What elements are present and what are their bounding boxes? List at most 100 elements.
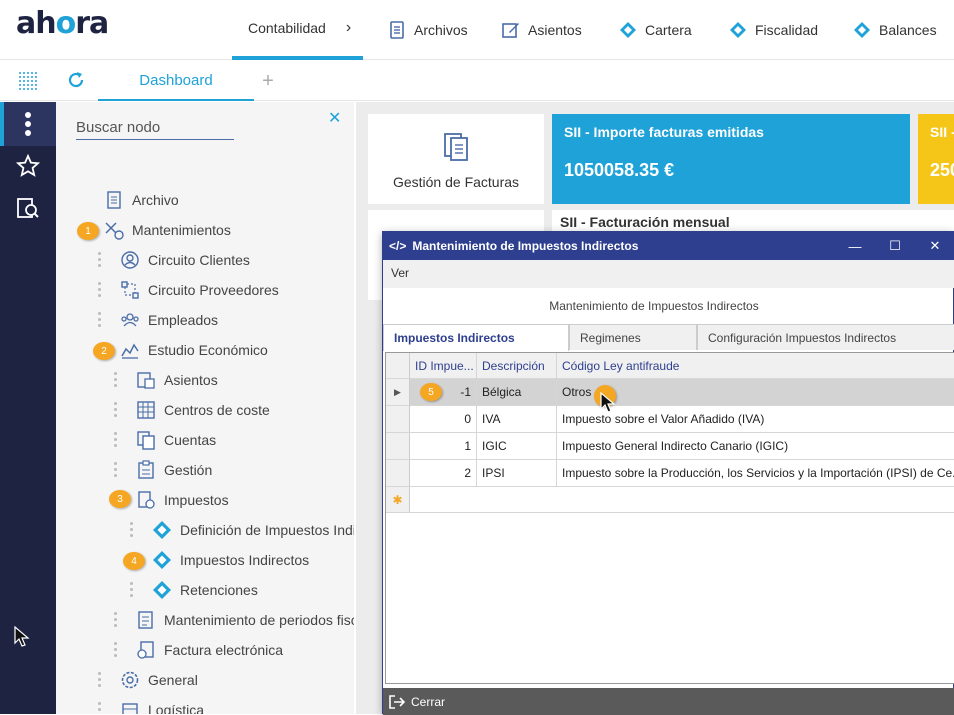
card-label: Gestión de Facturas [392,174,520,190]
step-badge: 4 [123,552,145,570]
impuestos-grid: ID Impue... Descripción Código Ley antif… [385,352,954,684]
table-grid-icon [136,400,156,420]
nav-fiscalidad[interactable]: Fiscalidad [729,0,818,60]
tree-node-centros-de-coste[interactable]: Centros de coste [136,397,270,423]
new-row-asterisk-icon: ✱ [386,487,410,512]
nav-asientos[interactable]: Asientos [502,0,582,60]
cell-descripcion[interactable]: IVA [477,406,557,432]
tree-connector [98,312,102,328]
tree-node-label: Retenciones [180,582,258,598]
tree-connector [98,252,102,268]
tree-node-estudio-economico[interactable]: Estudio Económico [120,337,268,363]
chevron-right-icon: › [345,19,352,36]
tree-node-retenciones[interactable]: Retenciones [152,577,258,603]
tools-icon [104,220,124,240]
tab-impuestos-indirectos[interactable]: Impuestos Indirectos [383,324,569,351]
table-row[interactable]: 2 IPSI Impuesto sobre la Producción, los… [386,460,954,487]
tree-node-definicion-impuestos[interactable]: Definición de Impuestos Indire [152,517,354,543]
tree-node-impuestos[interactable]: Impuestos [136,487,229,513]
tree-node-label: Circuito Proveedores [148,282,279,298]
star-icon[interactable] [14,152,42,180]
col-header-codigo[interactable]: Código Ley antifraude [557,353,954,378]
grid-icon[interactable] [18,71,38,91]
tree-node-mantenimiento-periodos[interactable]: Mantenimiento de periodos fisca [136,607,354,633]
nav-cartera[interactable]: Cartera [619,0,692,60]
exit-icon [389,694,405,709]
tree-node-label: Mantenimientos [132,222,231,238]
mouse-cursor-icon [600,392,616,413]
tab-dashboard[interactable]: Dashboard [98,61,254,101]
card-value: 250 [930,160,954,180]
step-badge: 3 [109,490,131,508]
cell-codigo[interactable]: Otros [557,379,954,405]
cell-codigo[interactable]: Impuesto sobre la Producción, los Servic… [557,460,954,486]
tree-node-empleados[interactable]: Empleados [120,307,218,333]
card-gestion-facturas[interactable]: Gestión de Facturas [368,114,544,204]
tree-connector [114,402,118,418]
new-row[interactable]: ✱ [386,487,954,513]
close-button[interactable]: ✕ [915,232,954,260]
tab-regimenes[interactable]: Regimenes [569,324,697,350]
tree-node-factura-electronica[interactable]: Factura electrónica [136,637,283,663]
cell-id[interactable]: 2 [410,460,477,486]
document-search-icon[interactable] [14,194,42,222]
tree-node-gestion[interactable]: Gestión [136,457,212,483]
cell-descripcion[interactable]: Bélgica [477,379,557,405]
dialog-subtitle: Mantenimiento de Impuestos Indirectos [549,299,759,313]
users-icon [120,310,140,330]
cell-id[interactable]: 0 [410,406,477,432]
edit-icon [502,23,519,38]
col-header-descripcion[interactable]: Descripción [477,353,557,378]
tree-node-cuentas[interactable]: Cuentas [136,427,216,453]
tab-bar: Dashboard + [0,61,954,101]
document-icon [104,190,124,210]
cell-id[interactable]: 1 [410,433,477,459]
tree-connector [98,702,102,714]
table-row[interactable]: 0 IVA Impuesto sobre el Valor Añadido (I… [386,406,954,433]
tree-node-general[interactable]: General [120,667,198,693]
tree-connector [114,612,118,628]
cell-codigo[interactable]: Impuesto sobre el Valor Añadido (IVA) [557,406,954,432]
cell-descripcion[interactable]: IPSI [477,460,557,486]
refresh-icon[interactable] [66,70,86,90]
tree-node-circuito-proveedores[interactable]: Circuito Proveedores [120,277,279,303]
tab-configuracion[interactable]: Configuración Impuestos Indirectos [697,324,954,350]
tree-node-label: Impuestos [164,492,229,508]
ahora-logo[interactable]: ahora [16,6,109,41]
minimize-button[interactable]: — [835,232,875,260]
tree-node-mantenimientos[interactable]: Mantenimientos [104,217,231,243]
dialog-title: Mantenimiento de Impuestos Indirectos [412,239,639,253]
close-icon[interactable]: ✕ [328,108,341,128]
tree-node-label: Definición de Impuestos Indire [180,522,354,538]
tree-node-impuestos-indirectos[interactable]: Impuestos Indirectos [152,547,309,573]
row-selector [386,433,410,459]
cell-descripcion[interactable]: IGIC [477,433,557,459]
cell-codigo[interactable]: Impuesto General Indirecto Canario (IGIC… [557,433,954,459]
nav-balances[interactable]: Balances [853,0,937,60]
tree-connector [114,462,118,478]
nav-archivos[interactable]: Archivos [388,0,468,60]
tree-node-circuito-clientes[interactable]: Circuito Clientes [120,247,250,273]
tree-node-logistica[interactable]: Logística [120,697,204,714]
nav-contabilidad[interactable]: Contabilidad › [232,0,363,60]
table-row[interactable]: 1 IGIC Impuesto General Indirecto Canari… [386,433,954,460]
diamond-icon [152,550,172,570]
invoices-icon [444,133,468,161]
search-node-input[interactable] [76,116,234,140]
tree-connector [114,432,118,448]
col-header-id[interactable]: ID Impue... [410,353,477,378]
nav-contabilidad-label: Contabilidad [248,20,326,36]
more-vertical-icon[interactable] [14,110,42,138]
card-sii-secondary[interactable]: SII - 250 [918,114,954,204]
tree-node-asientos[interactable]: Asientos [136,367,218,393]
close-footer-button[interactable]: Cerrar [383,688,954,715]
grid-header: ID Impue... Descripción Código Ley antif… [386,353,954,379]
diamond-icon [152,580,172,600]
dialog-menu-ver[interactable]: Ver [383,260,954,288]
card-sii-importe[interactable]: SII - Importe facturas emitidas 1050058.… [552,114,910,204]
tree-node-label: Estudio Económico [148,342,268,358]
add-tab-button[interactable]: + [256,61,280,101]
maximize-button[interactable]: ☐ [875,232,915,260]
table-row[interactable]: ▶ -1 Bélgica Otros [386,379,954,406]
tree-node-archivo[interactable]: Archivo [104,187,179,213]
